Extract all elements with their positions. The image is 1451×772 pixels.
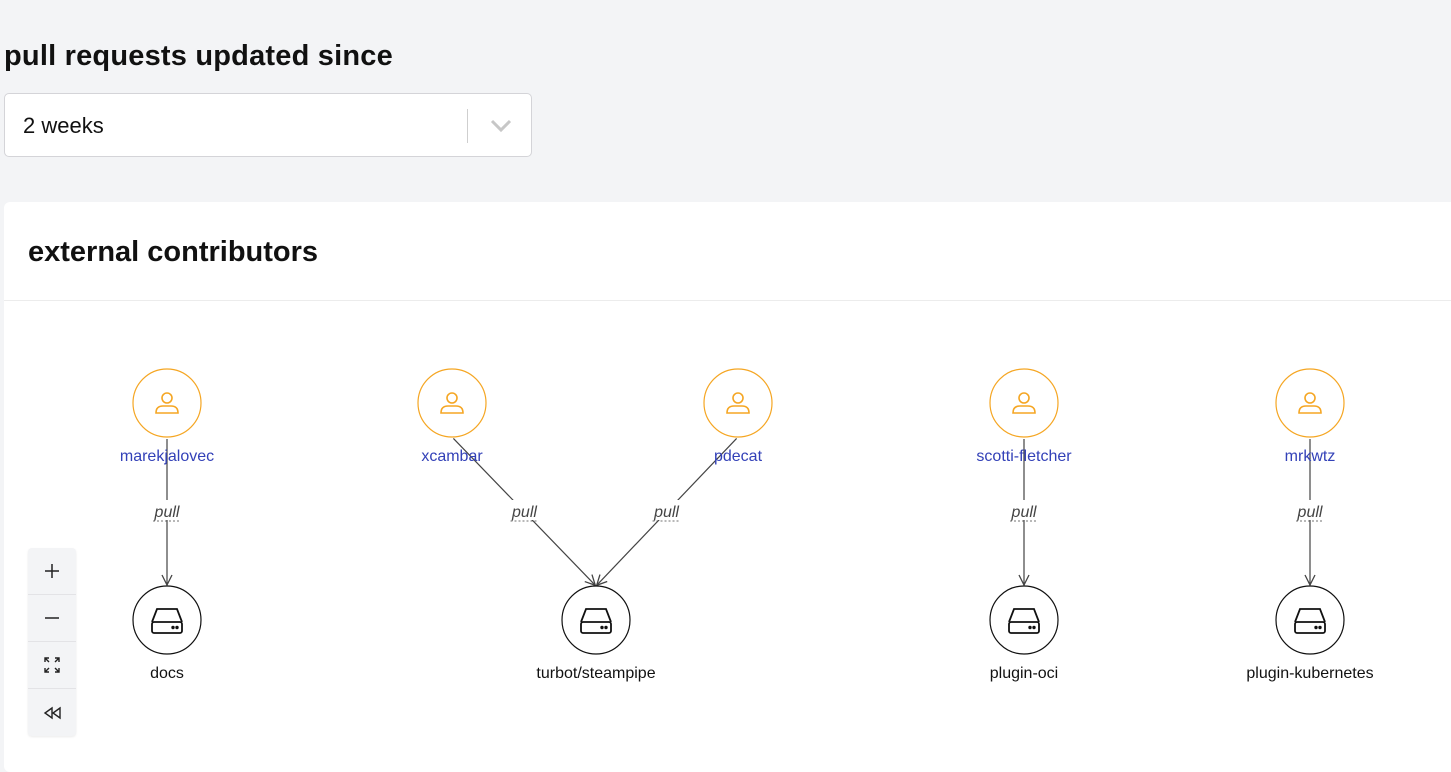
edge-label: pull: [154, 504, 180, 521]
repo-label: plugin-oci: [990, 665, 1058, 682]
zoom-controls: [28, 548, 76, 736]
repo-label: plugin-kubernetes: [1246, 665, 1373, 682]
repo-label: turbot/steampipe: [536, 665, 655, 682]
edge-label: pull: [653, 504, 679, 521]
user-node[interactable]: scotti-fletcher: [976, 368, 1072, 465]
user-label[interactable]: mrkwtz: [1285, 448, 1336, 465]
user-node[interactable]: xcambar: [417, 368, 487, 465]
fit-view-icon: [44, 657, 60, 673]
user-node[interactable]: marekjalovec: [120, 368, 214, 465]
user-label[interactable]: xcambar: [421, 448, 483, 465]
zoom-in-button[interactable]: [28, 548, 76, 595]
zoom-out-button[interactable]: [28, 595, 76, 642]
edge-label: pull: [511, 504, 537, 521]
edge-label: pull: [1297, 504, 1323, 521]
repo-node[interactable]: docs: [132, 585, 202, 682]
repo-node[interactable]: turbot/steampipe: [536, 585, 656, 682]
fit-view-button[interactable]: [28, 642, 76, 689]
user-label[interactable]: marekjalovec: [120, 448, 214, 465]
contributors-graph: pull pull pull pull pull marekjalovec xcambar…: [120, 368, 1374, 682]
user-label[interactable]: scotti-fletcher: [976, 448, 1072, 465]
minus-icon: [45, 617, 59, 619]
reset-view-button[interactable]: [28, 689, 76, 736]
repo-node[interactable]: plugin-oci: [989, 585, 1059, 682]
reset-icon: [43, 706, 61, 719]
plus-icon: [45, 564, 59, 578]
user-label[interactable]: pdecat: [714, 448, 763, 465]
user-node[interactable]: pdecat: [703, 368, 773, 465]
repo-node[interactable]: plugin-kubernetes: [1246, 585, 1374, 682]
edge-label: pull: [1011, 504, 1037, 521]
user-node[interactable]: mrkwtz: [1275, 368, 1345, 465]
repo-label: docs: [150, 665, 184, 682]
